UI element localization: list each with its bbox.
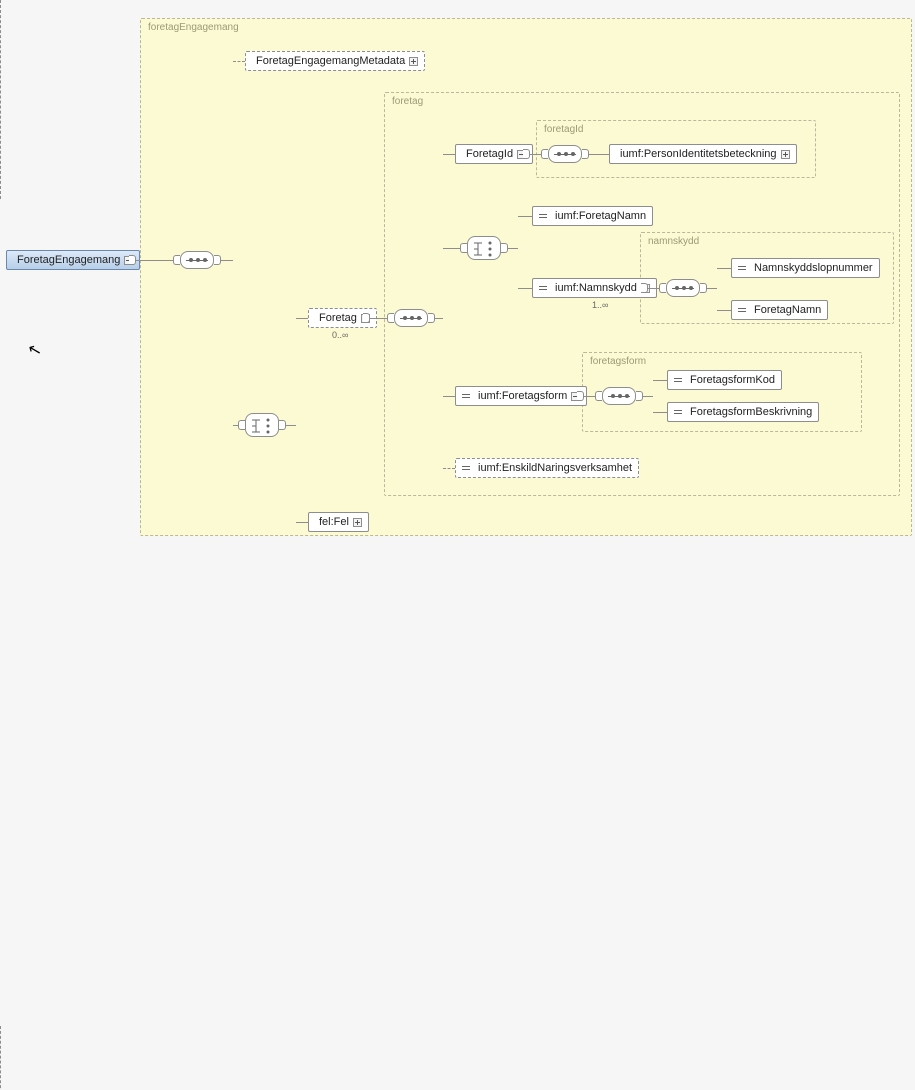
group-foretagsform-label: foretagsform [590, 356, 646, 367]
eq-icon [674, 407, 684, 417]
seqFf-left-stub [595, 391, 602, 401]
expand-icon[interactable] [409, 57, 418, 66]
sequence-namnskydd[interactable] [666, 279, 700, 297]
eq-icon [539, 283, 549, 293]
root-node[interactable]: ForetagEngagemang [6, 250, 140, 270]
foretagId-node[interactable]: ForetagId [455, 144, 533, 164]
choice1-left-stub [238, 420, 245, 430]
foretagNamn2-label: ForetagNamn [750, 303, 821, 318]
expand-icon[interactable] [781, 150, 790, 159]
eq-icon [462, 463, 472, 473]
choice1-right-stub [279, 420, 286, 430]
root-stub [129, 255, 136, 265]
seqFid-left-stub [541, 149, 548, 159]
foretagsform-label: iumf:Foretagsform [474, 389, 567, 404]
metadata-node[interactable]: ForetagEngagemangMetadata [245, 51, 425, 71]
mouse-cursor-icon: ↖ [26, 339, 44, 362]
choice-name[interactable] [467, 236, 501, 260]
choice2-right-stub [501, 243, 508, 253]
eq-icon [738, 305, 748, 315]
enskild-label: iumf:EnskildNaringsverksamhet [474, 461, 632, 476]
enskild-node[interactable]: iumf:EnskildNaringsverksamhet [455, 458, 639, 478]
seqNs-right-stub [700, 283, 707, 293]
seq2-left-stub [387, 313, 394, 323]
group-foretagId-label: foretagId [544, 124, 583, 135]
foretagsformBeskr-node[interactable]: ForetagsformBeskrivning [667, 402, 819, 422]
eq-icon [674, 375, 684, 385]
seq2-right-stub [428, 313, 435, 323]
root-node-label: ForetagEngagemang [13, 253, 120, 268]
group-main-label: foretagEngagemang [148, 22, 239, 33]
foretagNamn-label: iumf:ForetagNamn [551, 209, 646, 224]
seqFid-right-stub [582, 149, 589, 159]
seq1-left-stub [173, 255, 180, 265]
namnskydd-label: iumf:Namnskydd [551, 281, 637, 296]
personIdent-node[interactable]: iumf:PersonIdentitetsbeteckning [609, 144, 797, 164]
namnskydd-node[interactable]: iumf:Namnskydd [532, 278, 657, 298]
foretag-label: Foretag [315, 311, 357, 326]
felfel-label: fel:Fel [315, 515, 349, 530]
namnskyddslop-label: Namnskyddslopnummer [750, 261, 873, 276]
choice-root[interactable] [245, 413, 279, 437]
eq-icon [738, 263, 748, 273]
metadata-label: ForetagEngagemangMetadata [252, 54, 405, 69]
namnskydd-cardinality: 1..∞ [592, 300, 608, 310]
foretagsform-node[interactable]: iumf:Foretagsform [455, 386, 587, 406]
foretag-stub [363, 313, 370, 323]
eq-icon [462, 391, 472, 401]
foretagNamn-node[interactable]: iumf:ForetagNamn [532, 206, 653, 226]
foretagsformKod-label: ForetagsformKod [686, 373, 775, 388]
group-namnskydd-label: namnskydd [648, 236, 699, 247]
foretagId-stub [523, 149, 530, 159]
expand-icon[interactable] [353, 518, 362, 527]
namnskydd-stub [641, 283, 648, 293]
namnskyddslop-node[interactable]: Namnskyddslopnummer [731, 258, 880, 278]
choice2-left-stub [460, 243, 467, 253]
eq-icon [539, 211, 549, 221]
schema-diagram: { "root": { "label": "ForetagEngagemang"… [0, 0, 915, 545]
personIdent-label: iumf:PersonIdentitetsbeteckning [616, 147, 777, 162]
sequence-root[interactable] [180, 251, 214, 269]
seqFf-right-stub [636, 391, 643, 401]
foretagId-label: ForetagId [462, 147, 513, 162]
felfel-node[interactable]: fel:Fel [308, 512, 369, 532]
seq1-right-stub [214, 255, 221, 265]
foretagsform-stub [577, 391, 584, 401]
seqNs-left-stub [659, 283, 666, 293]
sequence-foretagsform[interactable] [602, 387, 636, 405]
group-foretag-label: foretag [392, 96, 423, 107]
sequence-foretagId[interactable] [548, 145, 582, 163]
sequence-foretag[interactable] [394, 309, 428, 327]
foretagNamn2-node[interactable]: ForetagNamn [731, 300, 828, 320]
foretagsformKod-node[interactable]: ForetagsformKod [667, 370, 782, 390]
foretagsformBeskr-label: ForetagsformBeskrivning [686, 405, 812, 420]
foretag-cardinality: 0..∞ [332, 330, 348, 340]
